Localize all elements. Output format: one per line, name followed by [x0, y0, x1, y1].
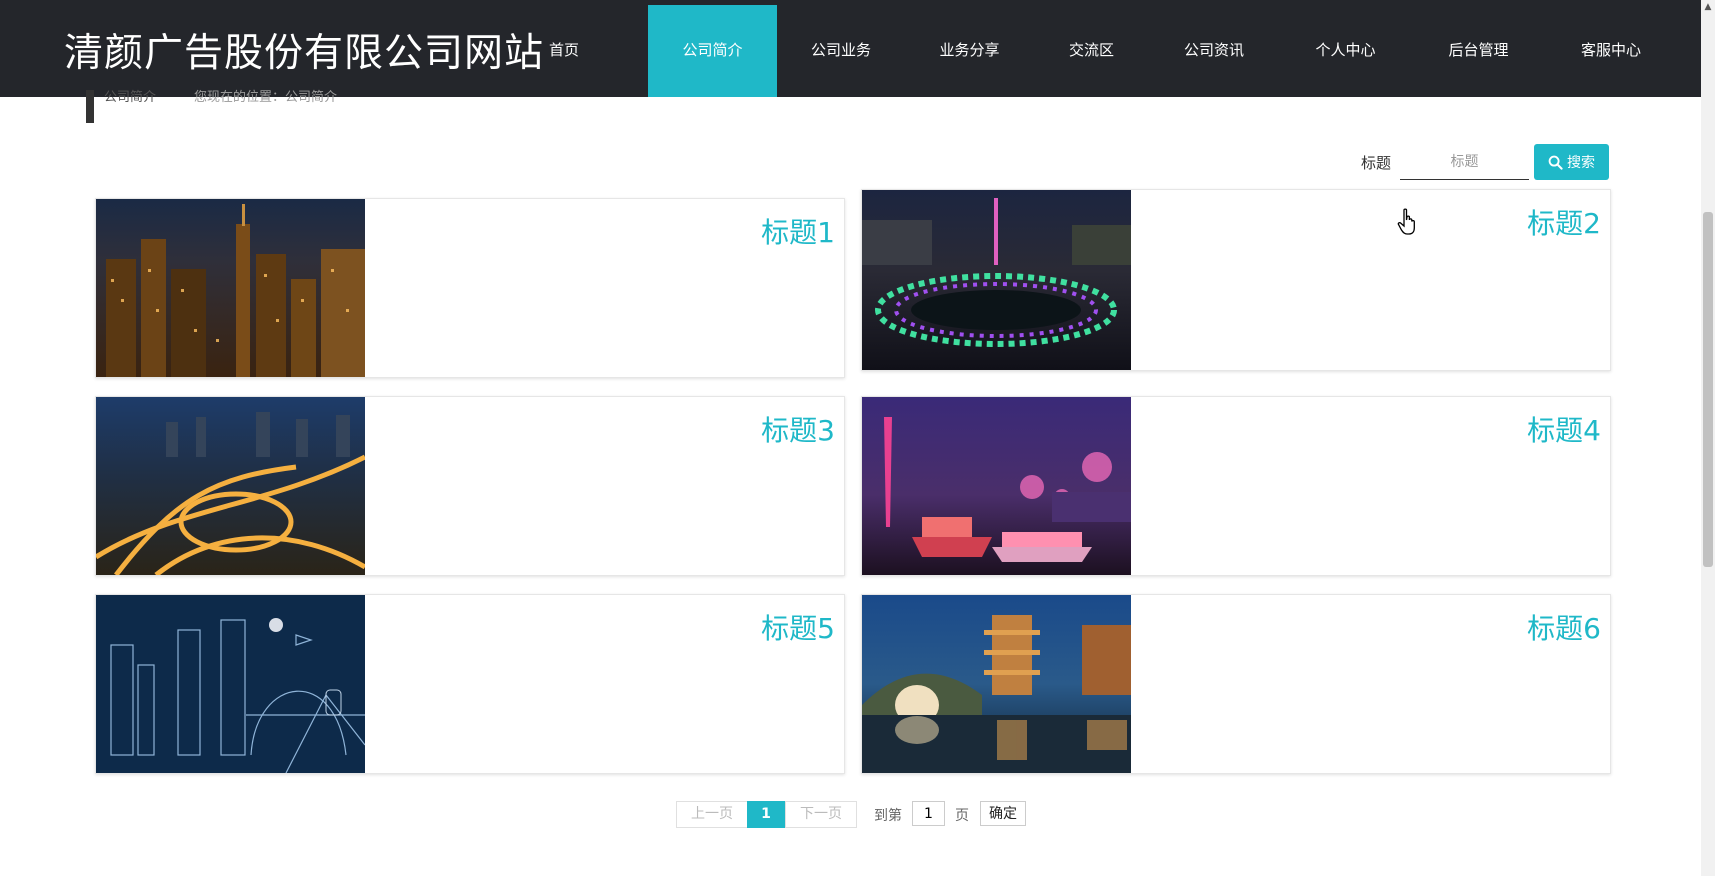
nav-item-personal-center[interactable]: 个人中心: [1279, 5, 1412, 97]
page-scrollbar[interactable]: ▲: [1701, 0, 1715, 876]
breadcrumb-location: 您现在的位置：公司简介: [194, 90, 338, 105]
nav-item-company-news[interactable]: 公司资讯: [1149, 5, 1279, 97]
card-image-highway-interchange[interactable]: [96, 397, 365, 575]
search-input[interactable]: [1400, 145, 1529, 180]
next-page-button[interactable]: 下一页: [785, 801, 857, 828]
prev-page-button[interactable]: 上一页: [676, 801, 748, 828]
nav-item-admin[interactable]: 后台管理: [1412, 5, 1545, 97]
card-title[interactable]: 标题6: [1527, 607, 1601, 647]
site-title[interactable]: 清颜广告股份有限公司网站: [64, 22, 544, 78]
card-title[interactable]: 标题4: [1527, 409, 1601, 449]
list-item[interactable]: 标题4: [861, 396, 1611, 576]
hand-cursor-icon: [1397, 208, 1415, 235]
card-title[interactable]: 标题3: [761, 409, 835, 449]
main-nav: 首页 公司简介 公司业务 业务分享 交流区 公司资讯 个人中心 后台管理 客服中…: [530, 5, 1677, 97]
card-image-line-art-city[interactable]: [96, 595, 365, 773]
nav-item-company-intro[interactable]: 公司简介: [648, 5, 777, 97]
goto-label: 到第: [874, 808, 902, 824]
nav-item-customer-service[interactable]: 客服中心: [1545, 5, 1677, 97]
nav-item-forum[interactable]: 交流区: [1034, 5, 1149, 97]
list-item[interactable]: 标题1: [95, 198, 845, 378]
list-item[interactable]: 标题2: [861, 189, 1611, 371]
nav-item-business-share[interactable]: 业务分享: [905, 5, 1034, 97]
card-image-pagoda-bridge[interactable]: [862, 595, 1131, 773]
card-title[interactable]: 标题1: [761, 211, 835, 251]
list-item[interactable]: 标题3: [95, 396, 845, 576]
page-1-button[interactable]: 1: [747, 801, 785, 828]
card-image-night-city[interactable]: [96, 199, 365, 377]
card-title[interactable]: 标题2: [1527, 202, 1601, 242]
breadcrumb: 公司简介 您现在的位置：公司简介: [86, 90, 454, 123]
pagination: 上一页 1 下一页 到第 页 确定: [0, 801, 1715, 828]
page-unit-label: 页: [955, 808, 969, 824]
search-label: 标题: [1361, 154, 1392, 172]
search-button-label: 搜索: [1567, 155, 1595, 171]
card-title[interactable]: 标题5: [761, 607, 835, 647]
nav-item-company-business[interactable]: 公司业务: [777, 5, 905, 97]
confirm-goto-button[interactable]: 确定: [980, 801, 1026, 826]
scrollbar-thumb[interactable]: [1703, 212, 1713, 567]
nav-item-home[interactable]: 首页: [530, 5, 598, 97]
list-item[interactable]: 标题5: [95, 594, 845, 774]
list-item[interactable]: 标题6: [861, 594, 1611, 774]
top-navbar: 清颜广告股份有限公司网站 首页 公司简介 公司业务 业务分享 交流区 公司资讯 …: [0, 0, 1715, 97]
card-image-canton-tower-boats[interactable]: [862, 397, 1131, 575]
breadcrumb-section: 公司简介: [104, 90, 157, 105]
card-image-tower-fountain[interactable]: [862, 190, 1131, 370]
search-icon: [1548, 155, 1563, 170]
goto-page-input[interactable]: [912, 801, 945, 826]
search-button[interactable]: 搜索: [1534, 144, 1609, 180]
scroll-up-icon[interactable]: ▲: [1703, 0, 1713, 14]
